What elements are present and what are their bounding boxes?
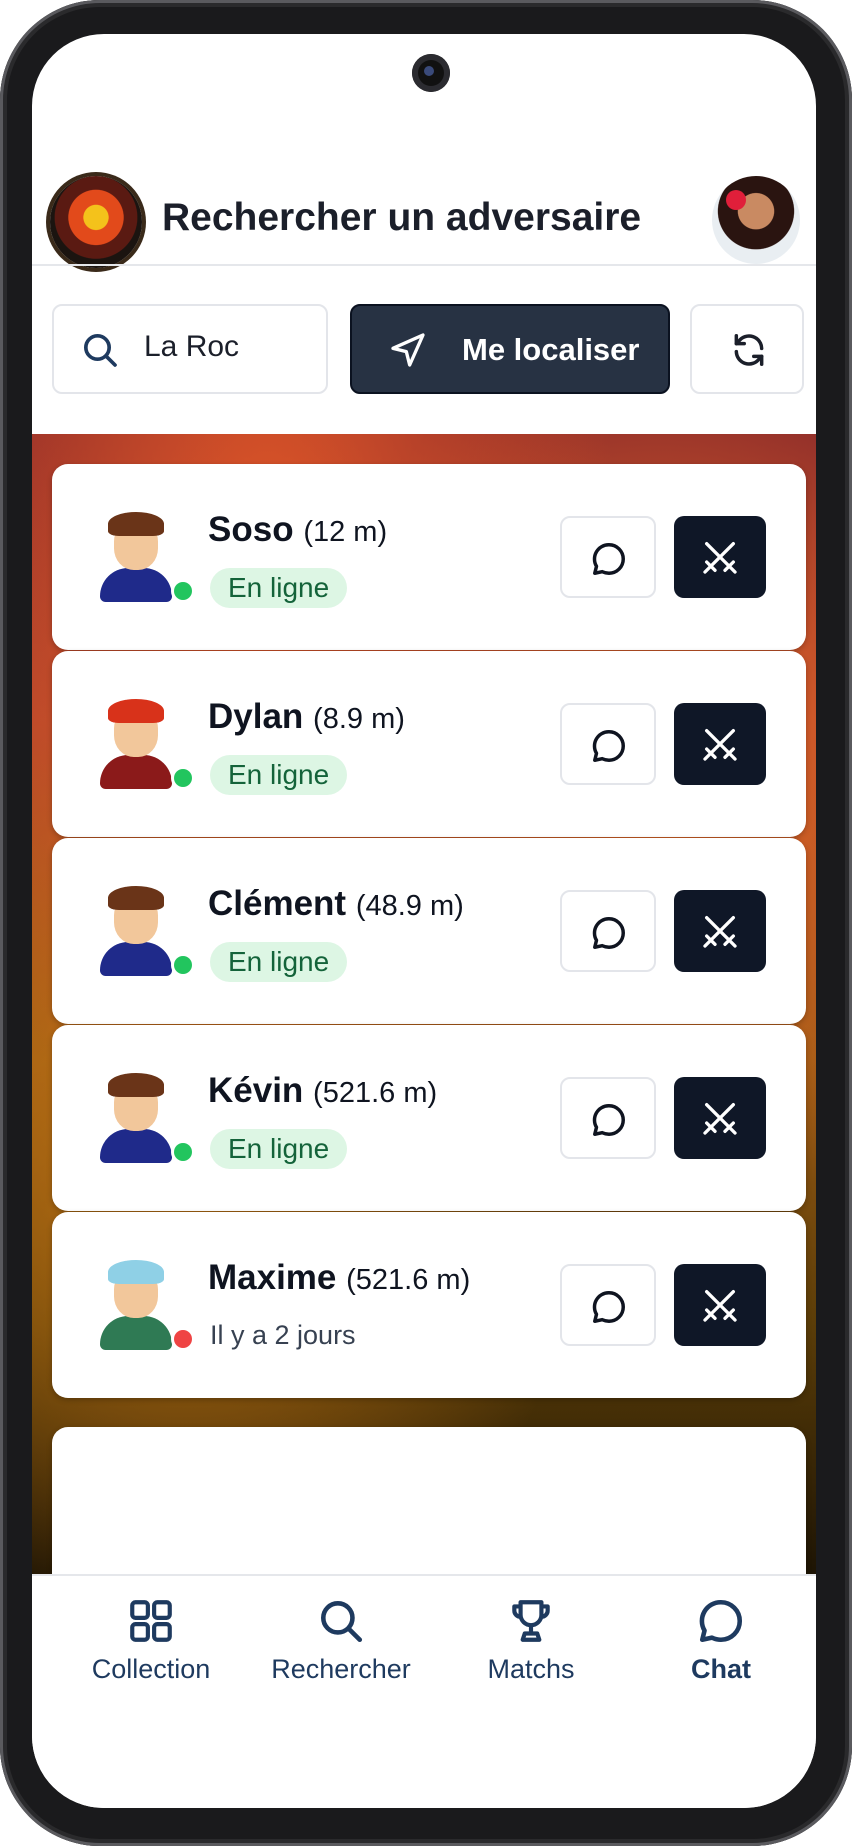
challenge-button[interactable]	[674, 1264, 766, 1346]
player-name: Clément (48.9 m)	[208, 884, 464, 924]
header-divider	[32, 264, 816, 266]
crossed-swords-icon	[703, 729, 737, 761]
locate-me-button[interactable]: Me localiser	[350, 304, 670, 394]
chat-bubble-icon	[592, 730, 625, 762]
front-camera	[412, 54, 450, 92]
player-avatar	[96, 512, 176, 602]
last-seen-text: Il y a 2 jours	[210, 1320, 356, 1350]
player-name-text: Soso	[208, 510, 294, 549]
player-avatar	[96, 1073, 176, 1163]
challenge-button[interactable]	[674, 1077, 766, 1159]
chat-bubble-icon	[592, 917, 625, 949]
challenge-button[interactable]	[674, 516, 766, 598]
player-name-text: Clément	[208, 884, 347, 923]
status-dot	[174, 1143, 192, 1161]
player-distance: (12 m)	[303, 516, 388, 548]
player-distance: (48.9 m)	[355, 890, 464, 922]
online-badge: En ligne	[210, 942, 348, 982]
online-badge: En ligne	[210, 1129, 348, 1169]
status-dot	[174, 1330, 192, 1348]
online-badge: En ligne	[210, 568, 348, 608]
player-distance: (8.9 m)	[313, 703, 405, 735]
challenge-button[interactable]	[674, 703, 766, 785]
player-name: Dylan (8.9 m)	[208, 697, 405, 737]
app-screen: Rechercher un adversaire La Roc Me local…	[32, 34, 816, 1808]
chat-bubble-icon	[592, 543, 625, 575]
navigation-arrow-icon	[391, 333, 425, 367]
bottom-navigation: Collection Rechercher Matchs Chat	[32, 1574, 816, 1808]
player-card-peek	[52, 1427, 806, 1574]
trophy-icon	[512, 1600, 550, 1642]
grid-icon	[130, 1600, 172, 1642]
message-button[interactable]	[560, 1077, 656, 1159]
nav-chat[interactable]: Chat	[626, 1596, 816, 1716]
player-name: Maxime (521.6 m)	[208, 1258, 470, 1298]
search-icon	[321, 1601, 363, 1643]
status-dot	[174, 582, 192, 600]
message-button[interactable]	[560, 890, 656, 972]
status-dot	[174, 769, 192, 787]
challenge-button[interactable]	[674, 890, 766, 972]
search-input[interactable]: La Roc	[52, 304, 328, 394]
refresh-icon	[734, 334, 764, 366]
nav-matches-label: Matchs	[487, 1654, 575, 1684]
online-badge: En ligne	[210, 755, 348, 795]
player-card[interactable]: Soso (12 m) En ligne	[52, 464, 806, 650]
nav-collection-label: Collection	[91, 1654, 211, 1684]
app-logo[interactable]	[50, 176, 142, 268]
crossed-swords-icon	[703, 542, 737, 574]
search-value: La Roc	[144, 330, 240, 363]
player-name-text: Dylan	[208, 697, 304, 736]
message-button[interactable]	[560, 516, 656, 598]
phone-frame: Rechercher un adversaire La Roc Me local…	[0, 0, 852, 1846]
player-distance: (521.6 m)	[346, 1264, 471, 1296]
nav-search[interactable]: Rechercher	[246, 1596, 436, 1716]
player-name: Kévin (521.6 m)	[208, 1071, 437, 1111]
players-list[interactable]: Soso (12 m) En ligne Dylan (8.9 m) En li…	[32, 434, 816, 1574]
chat-icon	[699, 1599, 742, 1643]
page-title: Rechercher un adversaire	[162, 196, 642, 239]
app-header: Rechercher un adversaire	[32, 124, 816, 300]
player-avatar	[96, 1260, 176, 1350]
chat-bubble-icon	[592, 1104, 625, 1136]
nav-search-label: Rechercher	[271, 1654, 411, 1684]
player-avatar	[96, 699, 176, 789]
crossed-swords-icon	[703, 1103, 737, 1135]
refresh-button[interactable]	[690, 304, 804, 394]
crossed-swords-icon	[703, 1290, 737, 1322]
status-dot	[174, 956, 192, 974]
player-distance: (521.6 m)	[313, 1077, 438, 1109]
profile-avatar[interactable]	[712, 176, 800, 264]
player-card[interactable]: Kévin (521.6 m) En ligne	[52, 1025, 806, 1211]
player-card[interactable]: Maxime (521.6 m) Il y a 2 jours	[52, 1212, 806, 1398]
player-card[interactable]: Dylan (8.9 m) En ligne	[52, 651, 806, 837]
player-avatar	[96, 886, 176, 976]
crossed-swords-icon	[703, 916, 737, 948]
nav-matches[interactable]: Matchs	[436, 1596, 626, 1716]
chat-bubble-icon	[592, 1291, 625, 1323]
player-name-text: Kévin	[208, 1071, 304, 1110]
search-icon	[84, 334, 117, 367]
nav-chat-label: Chat	[691, 1654, 751, 1684]
message-button[interactable]	[560, 1264, 656, 1346]
player-name-text: Maxime	[208, 1258, 337, 1297]
nav-collection[interactable]: Collection	[56, 1596, 246, 1716]
player-card[interactable]: Clément (48.9 m) En ligne	[52, 838, 806, 1024]
player-name: Soso (12 m)	[208, 510, 387, 550]
message-button[interactable]	[560, 703, 656, 785]
locate-label: Me localiser	[462, 332, 640, 367]
